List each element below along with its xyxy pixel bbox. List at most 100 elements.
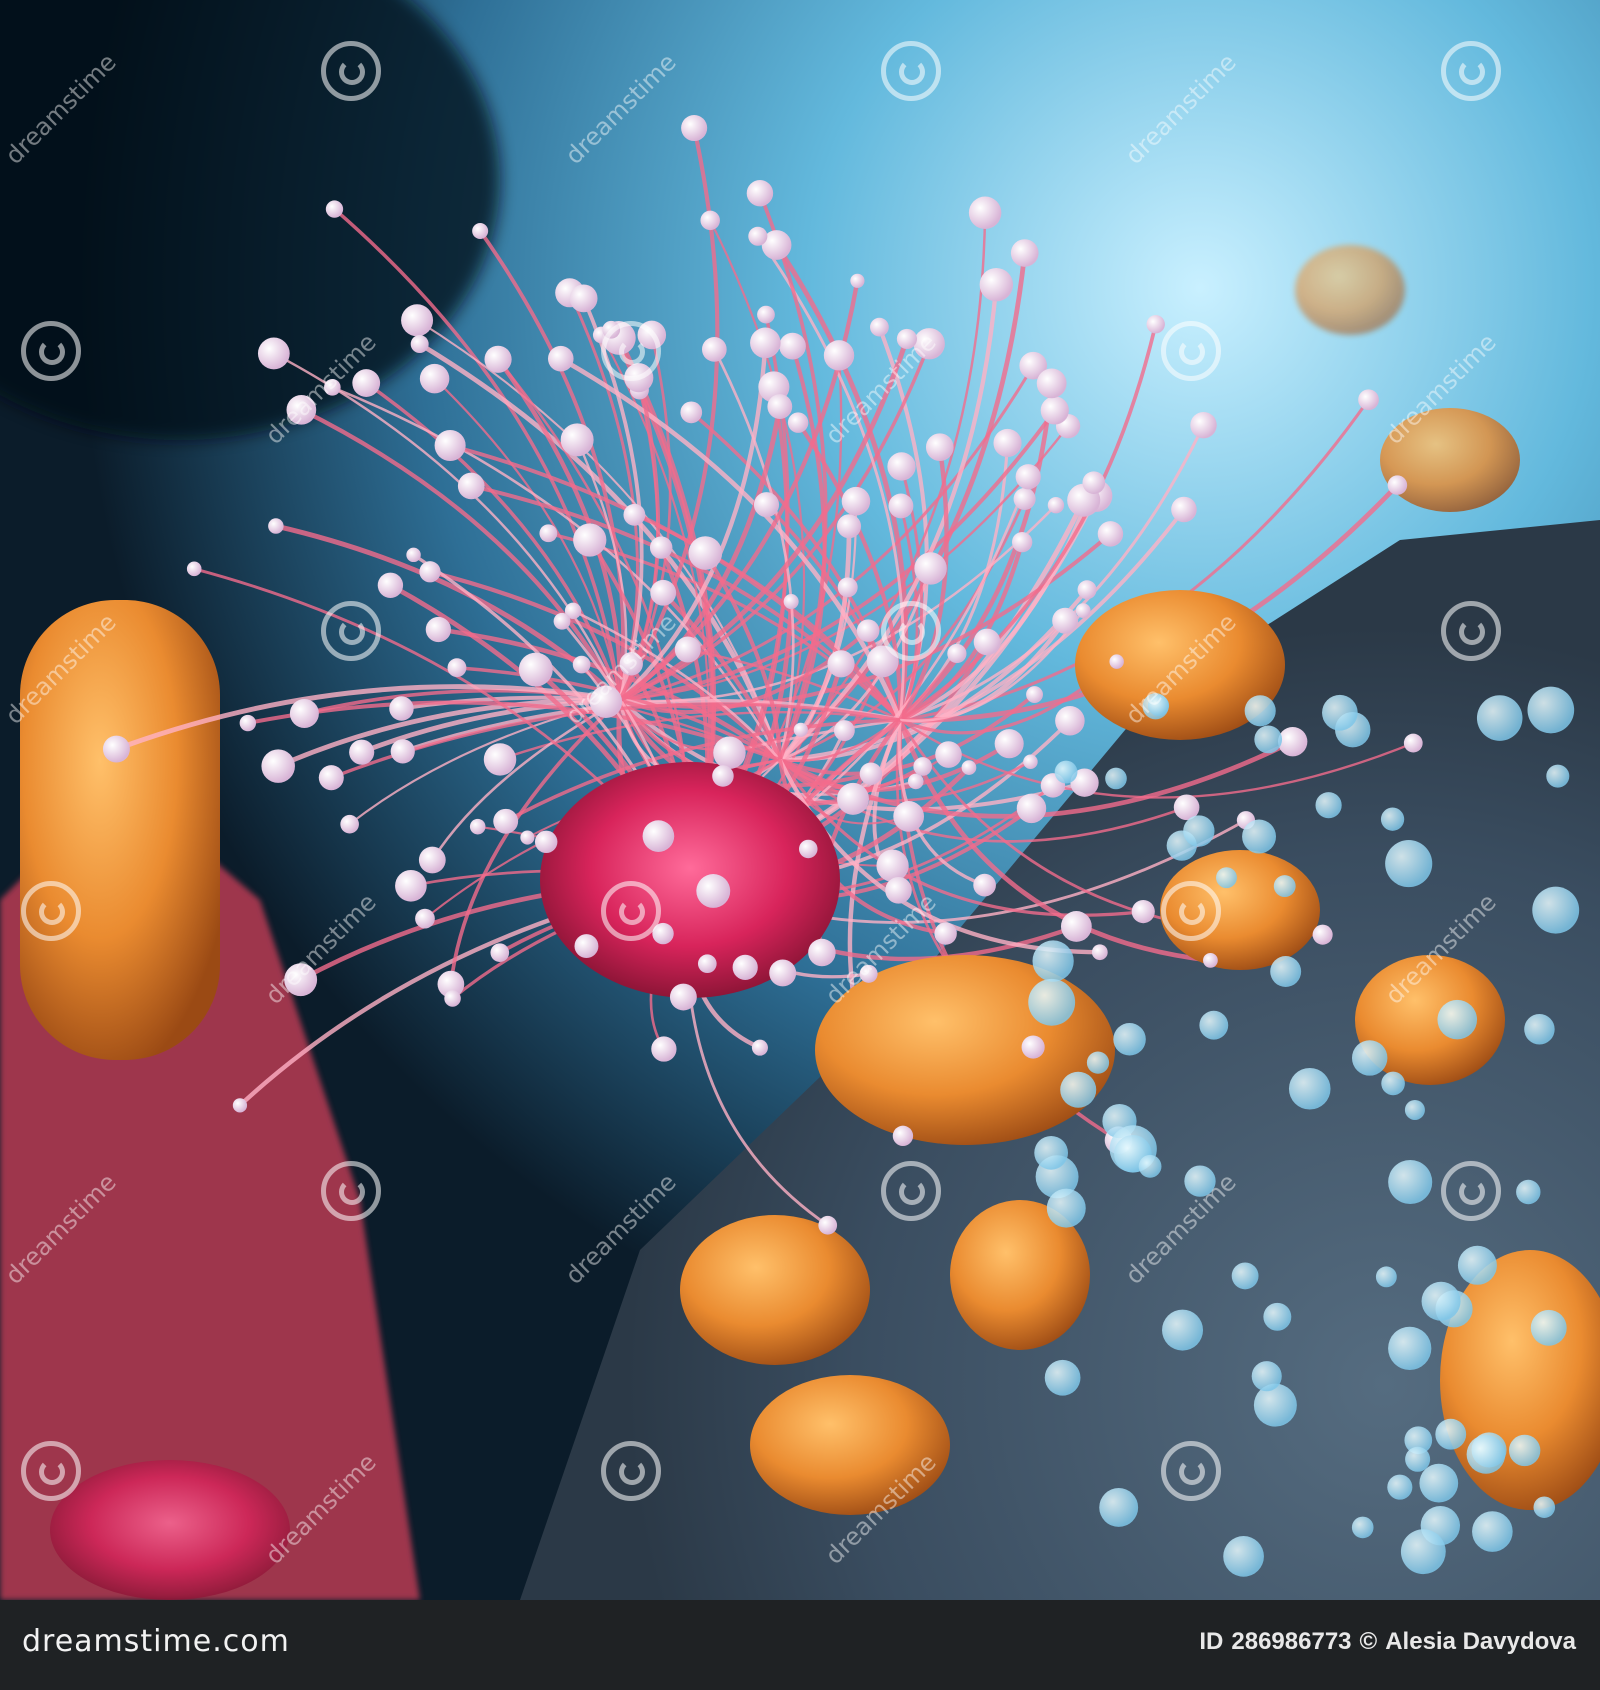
spore-bead bbox=[490, 943, 510, 962]
spore-bead bbox=[850, 273, 865, 288]
spore-bead bbox=[1403, 733, 1423, 753]
watermark-logo-icon bbox=[315, 595, 385, 665]
blue-bead bbox=[1437, 999, 1478, 1040]
blue-bead bbox=[1381, 1071, 1405, 1096]
microscope-photo: dreamstime dreamstime dreamstime dreamstime… bbox=[0, 0, 1600, 1600]
blue-bead bbox=[1419, 1463, 1459, 1503]
spore-bead bbox=[669, 983, 697, 1011]
spore-bead bbox=[289, 698, 319, 728]
blue-bead bbox=[1388, 1326, 1432, 1370]
watermark-logo-icon bbox=[315, 1155, 385, 1225]
spore-bead bbox=[261, 749, 295, 783]
spore-bead bbox=[415, 908, 435, 929]
spore-bead bbox=[1312, 924, 1333, 945]
blue-bead bbox=[1387, 1474, 1413, 1500]
blue-bead bbox=[1533, 1496, 1556, 1518]
watermark-logo-icon bbox=[595, 315, 665, 385]
spore-bead bbox=[973, 873, 996, 897]
spore-bead bbox=[748, 226, 768, 246]
image-credit-bar: dreamstime.com ID 286986773 © Alesia Davydo… bbox=[0, 1600, 1600, 1690]
spore-bead bbox=[688, 536, 723, 570]
spore-bead bbox=[349, 739, 375, 765]
spore-bead bbox=[914, 552, 947, 585]
spore-bead bbox=[925, 433, 954, 462]
spore-bead bbox=[757, 305, 775, 324]
blue-bead bbox=[1223, 1536, 1264, 1577]
spore-bead bbox=[973, 628, 1001, 656]
blue-bead bbox=[1288, 1067, 1331, 1110]
blue-bead bbox=[1251, 1361, 1282, 1392]
spore-bead bbox=[1091, 944, 1108, 961]
spore-bead bbox=[837, 782, 869, 815]
spore-bead bbox=[623, 503, 646, 526]
spore-bead bbox=[553, 612, 571, 630]
spore-bead bbox=[885, 877, 912, 904]
blue-bead bbox=[1380, 807, 1405, 831]
spore-bead bbox=[1040, 396, 1069, 425]
spore-bead bbox=[340, 814, 359, 834]
watermark-logo-icon bbox=[595, 1435, 665, 1505]
spore-bead bbox=[1016, 793, 1047, 824]
spore-bead bbox=[642, 820, 675, 852]
spore-bead bbox=[1097, 521, 1124, 547]
spore-bead bbox=[1075, 603, 1091, 619]
blue-bead bbox=[1242, 819, 1277, 854]
blue-bead bbox=[1508, 1434, 1541, 1467]
spore-bead bbox=[572, 655, 591, 674]
spore-bead bbox=[650, 579, 677, 606]
blue-bead bbox=[1253, 1383, 1297, 1427]
spore-bead bbox=[352, 369, 381, 397]
spore-bead bbox=[1060, 911, 1092, 942]
spore-bead bbox=[419, 561, 441, 583]
spore-bead bbox=[841, 486, 871, 516]
blue-bead bbox=[1472, 1511, 1513, 1552]
site-logo[interactable]: dreamstime.com bbox=[22, 1624, 290, 1659]
spore-bead bbox=[823, 340, 855, 371]
spore-bead bbox=[425, 616, 452, 643]
blue-bead bbox=[1435, 1418, 1467, 1450]
spore-bead bbox=[1015, 464, 1041, 490]
spore-bead bbox=[649, 536, 673, 559]
spore-bead bbox=[793, 722, 808, 737]
watermark-logo-icon bbox=[1435, 595, 1505, 665]
blue-bead bbox=[1524, 1014, 1555, 1045]
watermark-logo-icon bbox=[315, 35, 385, 105]
spore-bead bbox=[434, 429, 466, 462]
spore-bead bbox=[893, 801, 925, 832]
author-name[interactable]: Alesia Davydova bbox=[1385, 1628, 1576, 1655]
blue-bead bbox=[1404, 1099, 1425, 1120]
spore-bead bbox=[395, 869, 427, 902]
copyright-symbol: © bbox=[1359, 1628, 1378, 1655]
spore-bead bbox=[993, 428, 1022, 458]
spore-bead bbox=[325, 200, 344, 218]
spore-bead bbox=[876, 849, 909, 882]
spore-bead bbox=[1171, 496, 1197, 523]
blue-bead bbox=[1385, 840, 1433, 888]
spore-bead bbox=[1036, 368, 1067, 399]
spore-bead bbox=[713, 736, 746, 770]
blue-bead bbox=[1028, 978, 1076, 1026]
spore-bead bbox=[753, 492, 780, 518]
blue-bead bbox=[1086, 1051, 1110, 1074]
blue-bead bbox=[1244, 695, 1276, 727]
spore-bead bbox=[1021, 1035, 1045, 1059]
spore-bead bbox=[870, 317, 889, 337]
spore-bead bbox=[493, 808, 519, 834]
blue-bead bbox=[1405, 1446, 1431, 1472]
orange-cell bbox=[750, 1375, 950, 1515]
watermark-logo-icon bbox=[1155, 315, 1225, 385]
image-id: 286986773 bbox=[1231, 1628, 1352, 1655]
blue-bead bbox=[1351, 1516, 1374, 1539]
blue-bead bbox=[1054, 760, 1078, 784]
spore-bead bbox=[712, 765, 734, 787]
blue-bead bbox=[1216, 867, 1237, 889]
spore-bead bbox=[674, 636, 701, 663]
spore-bead bbox=[186, 561, 202, 577]
spore-bead bbox=[1023, 754, 1038, 769]
spore-bead bbox=[232, 1098, 248, 1113]
spore-bead bbox=[1203, 952, 1218, 968]
cells-illustration bbox=[0, 0, 1600, 1600]
spore-bead bbox=[1082, 471, 1106, 495]
spore-bead bbox=[389, 696, 414, 721]
blue-bead bbox=[1421, 1281, 1461, 1321]
